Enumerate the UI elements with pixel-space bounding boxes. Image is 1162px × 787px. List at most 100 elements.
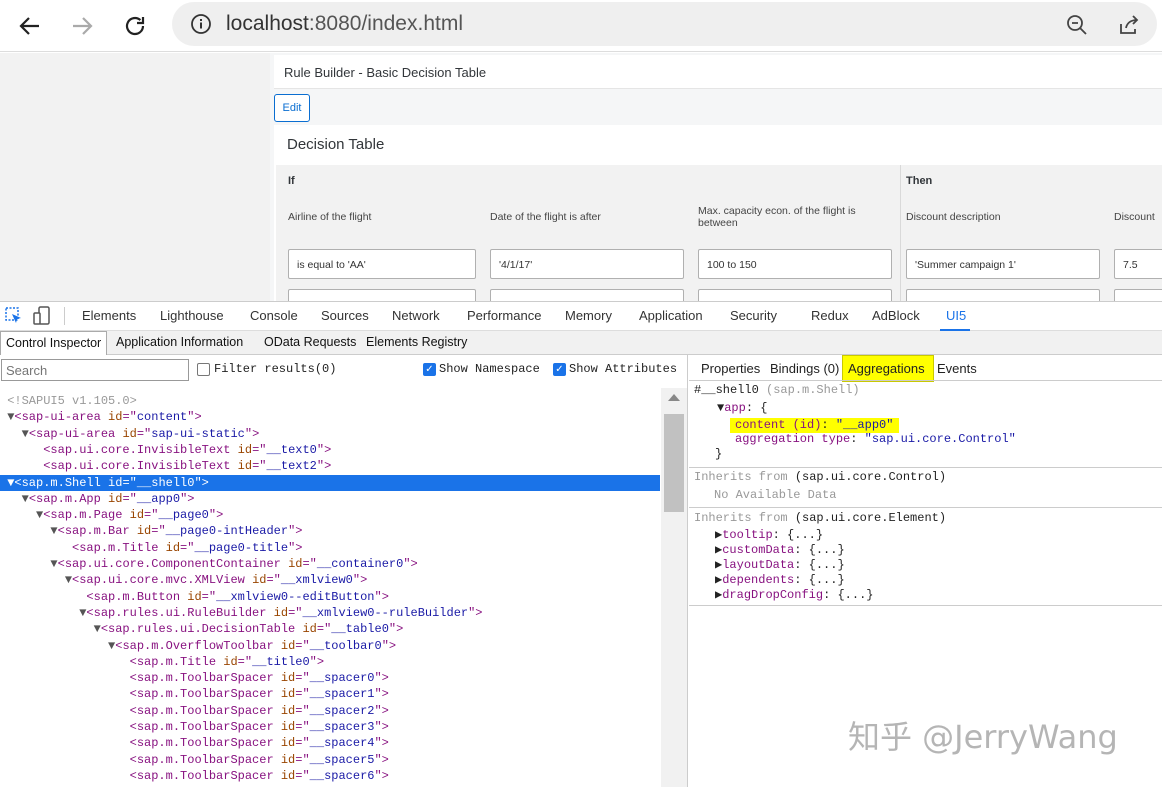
tree-node[interactable]: <sap.m.Button id="__xmlview0--editButton… [0, 589, 660, 605]
tree-node[interactable]: <sap.ui.core.InvisibleText id="__text0"> [0, 442, 660, 458]
info-icon [191, 14, 211, 34]
zoom-out-icon [1067, 15, 1087, 35]
cell-row2[interactable] [1114, 289, 1162, 301]
subtab-application-information[interactable]: Application Information [111, 331, 248, 355]
tree-node[interactable]: <sap.m.ToolbarSpacer id="__spacer2"> [0, 703, 660, 719]
tree-node[interactable]: ▼<sap.rules.ui.RuleBuilder id="__xmlview… [0, 605, 660, 621]
tree-node[interactable]: <sap.m.ToolbarSpacer id="__spacer0"> [0, 670, 660, 686]
column-header-discount-description[interactable]: Discount description [906, 211, 1001, 223]
tree-node[interactable]: <!SAPUI5 v1.105.0> [0, 393, 660, 409]
tree-node[interactable]: <sap.m.ToolbarSpacer id="__spacer5"> [0, 752, 660, 768]
tree-node-selected[interactable]: ▼<sap.m.Shell id="__shell0"> [0, 474, 660, 491]
cell-date[interactable]: '4/1/17' [490, 249, 684, 279]
aggregation-tooltip[interactable]: ▶tooltip: {...} [715, 528, 823, 543]
then-group-header: Then [906, 175, 933, 187]
if-then-separator [900, 165, 901, 301]
aggregation-layoutdata[interactable]: ▶layoutData: {...} [715, 558, 845, 573]
watermark: 知乎 @JerryWang [848, 718, 1118, 756]
section-divider [689, 467, 1162, 468]
reload-icon [125, 16, 145, 36]
aggregation-customdata[interactable]: ▶customData: {...} [715, 543, 845, 558]
tab-aggregations[interactable]: Aggregations [848, 361, 925, 376]
reload-button[interactable] [117, 8, 153, 44]
column-header-discount[interactable]: Discount [1114, 211, 1155, 223]
page-header: Rule Builder - Basic Decision Table [274, 55, 1162, 89]
search-input[interactable] [1, 359, 189, 381]
app-aggregation[interactable]: ▼app: { [717, 401, 767, 416]
devtools-tab-network[interactable]: Network [392, 308, 440, 323]
tree-scrollbar[interactable] [661, 388, 687, 787]
scrollbar-thumb[interactable] [664, 414, 684, 512]
devtools-tab-memory[interactable]: Memory [565, 308, 612, 323]
tree-node[interactable]: <sap.m.Title id="__title0"> [0, 654, 660, 670]
tab-properties[interactable]: Properties [701, 361, 760, 376]
tree-node[interactable]: ▼<sap.m.Bar id="__page0-intHeader"> [0, 523, 660, 539]
subtab-control-inspector[interactable]: Control Inspector [0, 331, 108, 355]
control-header: #__shell0 (sap.m.Shell) [694, 383, 860, 398]
inspect-element-icon[interactable] [5, 307, 23, 325]
tree-node[interactable]: <sap.ui.core.InvisibleText id="__text2"> [0, 458, 660, 474]
toolbar-divider [64, 307, 65, 325]
column-header-airline[interactable]: Airline of the flight [288, 211, 371, 223]
subtab-odata-requests[interactable]: OData Requests [259, 331, 361, 355]
column-header-capacity[interactable]: Max. capacity econ. of the flight is bet… [698, 205, 878, 229]
tree-node[interactable]: ▼<sap.rules.ui.DecisionTable id="__table… [0, 621, 660, 637]
tree-node[interactable]: ▼<sap-ui-area id="content"> [0, 409, 660, 425]
show-attributes-checkbox[interactable]: ✓ [553, 363, 566, 376]
cell-airline[interactable]: is equal to 'AA' [288, 249, 476, 279]
show-namespace-checkbox[interactable]: ✓ [423, 363, 436, 376]
tree-node[interactable]: ▼<sap.ui.core.ComponentContainer id="__c… [0, 556, 660, 572]
tree-node[interactable]: ▼<sap-ui-area id="sap-ui-static"> [0, 426, 660, 442]
inherits-control-header: Inherits from (sap.ui.core.Control) [694, 470, 947, 484]
aggregation-dragdropconfig[interactable]: ▶dragDropConfig: {...} [715, 588, 873, 603]
tree-node[interactable]: <sap.m.ToolbarSpacer id="__spacer3"> [0, 719, 660, 735]
aggregation-dependents[interactable]: ▶dependents: {...} [715, 573, 845, 588]
subtab-elements-registry[interactable]: Elements Registry [361, 331, 472, 355]
decision-table-panel: Decision Table If Then Airline of the fl… [274, 125, 1162, 301]
tree-node[interactable]: ▼<sap.m.App id="__app0"> [0, 491, 660, 507]
filter-results-label: Filter results(0) [214, 362, 337, 376]
devtools-tab-performance[interactable]: Performance [467, 308, 541, 323]
cell-row2[interactable] [490, 289, 684, 301]
address-bar[interactable]: localhost:8080/index.html [172, 2, 1157, 46]
devtools-tab-application[interactable]: Application [639, 308, 703, 323]
cell-capacity[interactable]: 100 to 150 [698, 249, 892, 279]
inherits-element-header: Inherits from (sap.ui.core.Element) [694, 511, 947, 525]
forward-arrow-icon [73, 17, 93, 35]
tabs-separator [689, 380, 1162, 381]
devtools-tab-lighthouse[interactable]: Lighthouse [160, 308, 224, 323]
forward-button[interactable] [64, 8, 100, 44]
cell-row2[interactable] [698, 289, 892, 301]
devtools-tab-sources[interactable]: Sources [321, 308, 369, 323]
device-toolbar-icon[interactable] [33, 306, 51, 326]
edit-button[interactable]: Edit [274, 94, 310, 122]
devtools-tab-ui5[interactable]: UI5 [946, 308, 966, 323]
tree-node[interactable]: ▼<sap.m.OverflowToolbar id="__toolbar0"> [0, 638, 660, 654]
tree-node[interactable]: ▼<sap.m.Page id="__page0"> [0, 507, 660, 523]
devtools-tab-redux[interactable]: Redux [811, 308, 849, 323]
cell-row2[interactable] [906, 289, 1100, 301]
decision-table-title: Decision Table [287, 136, 385, 153]
tree-node[interactable]: <sap.m.ToolbarSpacer id="__spacer1"> [0, 686, 660, 702]
filter-results-checkbox[interactable] [197, 363, 210, 376]
tree-node[interactable]: <sap.m.ToolbarSpacer id="__spacer4"> [0, 735, 660, 751]
devtools-tab-elements[interactable]: Elements [82, 308, 136, 323]
cell-row2[interactable] [288, 289, 476, 301]
tree-node[interactable]: ▼<sap.ui.core.mvc.XMLView id="__xmlview0… [0, 572, 660, 588]
closing-brace: } [715, 447, 723, 461]
column-header-date[interactable]: Date of the flight is after [490, 211, 601, 223]
tree-node[interactable]: <sap.m.ToolbarSpacer id="__spacer6"> [0, 768, 660, 784]
scroll-up-icon[interactable] [668, 394, 680, 401]
cell-discount[interactable]: 7.5 [1114, 249, 1162, 279]
decision-table-grid: If Then Airline of the flight Date of th… [276, 165, 1162, 301]
tab-bindings[interactable]: Bindings (0) [770, 361, 839, 376]
tree-node[interactable]: <sap.m.Title id="__page0-title"> [0, 540, 660, 556]
devtools-tab-security[interactable]: Security [730, 308, 777, 323]
devtools-tab-adblock[interactable]: AdBlock [872, 308, 920, 323]
tab-events[interactable]: Events [937, 361, 977, 376]
back-button[interactable] [12, 8, 48, 44]
devtools-tab-console[interactable]: Console [250, 308, 298, 323]
control-id: #__shell0 [694, 383, 759, 397]
page-title: Rule Builder - Basic Decision Table [284, 65, 487, 80]
cell-discount-description[interactable]: 'Summer campaign 1' [906, 249, 1100, 279]
